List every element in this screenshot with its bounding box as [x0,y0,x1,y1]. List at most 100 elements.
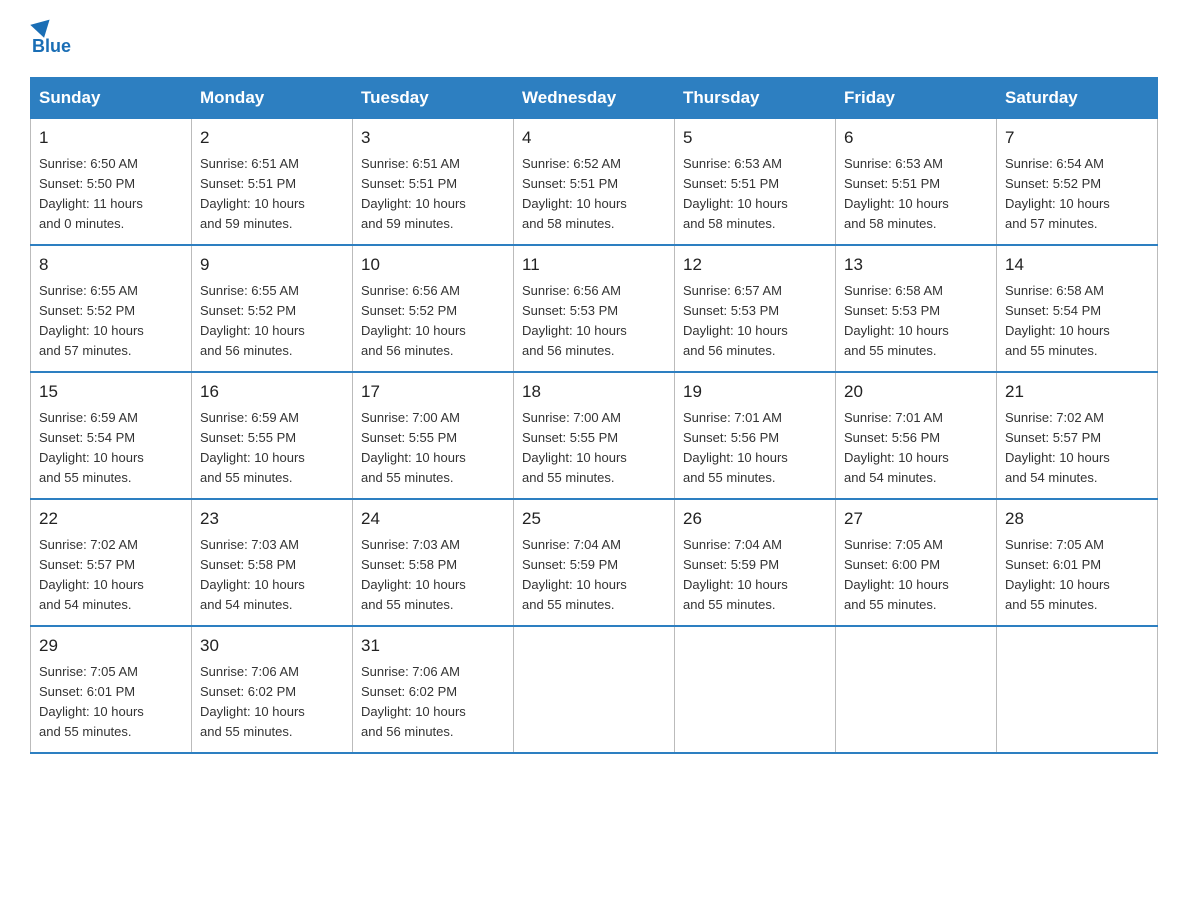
calendar-cell: 8 Sunrise: 6:55 AMSunset: 5:52 PMDayligh… [31,245,192,372]
day-number: 22 [39,506,183,532]
calendar-cell: 26 Sunrise: 7:04 AMSunset: 5:59 PMDaylig… [675,499,836,626]
day-info: Sunrise: 6:50 AMSunset: 5:50 PMDaylight:… [39,156,143,231]
calendar-cell: 22 Sunrise: 7:02 AMSunset: 5:57 PMDaylig… [31,499,192,626]
calendar-week-row: 1 Sunrise: 6:50 AMSunset: 5:50 PMDayligh… [31,119,1158,246]
day-number: 18 [522,379,666,405]
calendar-cell: 4 Sunrise: 6:52 AMSunset: 5:51 PMDayligh… [514,119,675,246]
day-header-friday: Friday [836,78,997,119]
day-info: Sunrise: 6:59 AMSunset: 5:54 PMDaylight:… [39,410,144,485]
day-header-thursday: Thursday [675,78,836,119]
day-number: 2 [200,125,344,151]
calendar-cell: 23 Sunrise: 7:03 AMSunset: 5:58 PMDaylig… [192,499,353,626]
day-info: Sunrise: 7:01 AMSunset: 5:56 PMDaylight:… [844,410,949,485]
day-number: 17 [361,379,505,405]
day-info: Sunrise: 6:54 AMSunset: 5:52 PMDaylight:… [1005,156,1110,231]
calendar-cell: 1 Sunrise: 6:50 AMSunset: 5:50 PMDayligh… [31,119,192,246]
day-number: 20 [844,379,988,405]
calendar-cell: 9 Sunrise: 6:55 AMSunset: 5:52 PMDayligh… [192,245,353,372]
day-number: 29 [39,633,183,659]
calendar-cell: 25 Sunrise: 7:04 AMSunset: 5:59 PMDaylig… [514,499,675,626]
calendar-week-row: 15 Sunrise: 6:59 AMSunset: 5:54 PMDaylig… [31,372,1158,499]
day-info: Sunrise: 7:06 AMSunset: 6:02 PMDaylight:… [200,664,305,739]
calendar-cell: 20 Sunrise: 7:01 AMSunset: 5:56 PMDaylig… [836,372,997,499]
day-info: Sunrise: 6:51 AMSunset: 5:51 PMDaylight:… [361,156,466,231]
day-info: Sunrise: 7:05 AMSunset: 6:01 PMDaylight:… [1005,537,1110,612]
calendar-cell: 11 Sunrise: 6:56 AMSunset: 5:53 PMDaylig… [514,245,675,372]
calendar-cell [997,626,1158,753]
day-number: 16 [200,379,344,405]
calendar-cell: 12 Sunrise: 6:57 AMSunset: 5:53 PMDaylig… [675,245,836,372]
calendar-week-row: 22 Sunrise: 7:02 AMSunset: 5:57 PMDaylig… [31,499,1158,626]
calendar-cell: 19 Sunrise: 7:01 AMSunset: 5:56 PMDaylig… [675,372,836,499]
day-number: 23 [200,506,344,532]
calendar-cell: 27 Sunrise: 7:05 AMSunset: 6:00 PMDaylig… [836,499,997,626]
calendar-cell: 18 Sunrise: 7:00 AMSunset: 5:55 PMDaylig… [514,372,675,499]
calendar-cell: 15 Sunrise: 6:59 AMSunset: 5:54 PMDaylig… [31,372,192,499]
calendar-cell: 17 Sunrise: 7:00 AMSunset: 5:55 PMDaylig… [353,372,514,499]
day-number: 24 [361,506,505,532]
day-info: Sunrise: 6:53 AMSunset: 5:51 PMDaylight:… [683,156,788,231]
day-info: Sunrise: 7:02 AMSunset: 5:57 PMDaylight:… [39,537,144,612]
day-number: 11 [522,252,666,278]
day-info: Sunrise: 7:04 AMSunset: 5:59 PMDaylight:… [683,537,788,612]
day-number: 6 [844,125,988,151]
day-info: Sunrise: 6:52 AMSunset: 5:51 PMDaylight:… [522,156,627,231]
calendar-cell: 24 Sunrise: 7:03 AMSunset: 5:58 PMDaylig… [353,499,514,626]
day-info: Sunrise: 7:00 AMSunset: 5:55 PMDaylight:… [361,410,466,485]
day-header-saturday: Saturday [997,78,1158,119]
day-number: 5 [683,125,827,151]
calendar-cell: 2 Sunrise: 6:51 AMSunset: 5:51 PMDayligh… [192,119,353,246]
calendar-week-row: 29 Sunrise: 7:05 AMSunset: 6:01 PMDaylig… [31,626,1158,753]
page-header: Blue [30,20,1158,57]
day-info: Sunrise: 7:03 AMSunset: 5:58 PMDaylight:… [200,537,305,612]
day-info: Sunrise: 6:59 AMSunset: 5:55 PMDaylight:… [200,410,305,485]
day-number: 31 [361,633,505,659]
day-number: 7 [1005,125,1149,151]
calendar-cell: 31 Sunrise: 7:06 AMSunset: 6:02 PMDaylig… [353,626,514,753]
day-number: 28 [1005,506,1149,532]
day-info: Sunrise: 7:01 AMSunset: 5:56 PMDaylight:… [683,410,788,485]
logo-text [30,20,52,36]
calendar-cell: 21 Sunrise: 7:02 AMSunset: 5:57 PMDaylig… [997,372,1158,499]
calendar-cell: 3 Sunrise: 6:51 AMSunset: 5:51 PMDayligh… [353,119,514,246]
day-info: Sunrise: 6:56 AMSunset: 5:53 PMDaylight:… [522,283,627,358]
logo: Blue [30,20,71,57]
calendar-cell: 5 Sunrise: 6:53 AMSunset: 5:51 PMDayligh… [675,119,836,246]
day-info: Sunrise: 6:57 AMSunset: 5:53 PMDaylight:… [683,283,788,358]
day-header-monday: Monday [192,78,353,119]
calendar-cell: 16 Sunrise: 6:59 AMSunset: 5:55 PMDaylig… [192,372,353,499]
day-info: Sunrise: 6:55 AMSunset: 5:52 PMDaylight:… [200,283,305,358]
day-info: Sunrise: 7:02 AMSunset: 5:57 PMDaylight:… [1005,410,1110,485]
day-number: 21 [1005,379,1149,405]
calendar-cell: 7 Sunrise: 6:54 AMSunset: 5:52 PMDayligh… [997,119,1158,246]
day-header-wednesday: Wednesday [514,78,675,119]
day-number: 4 [522,125,666,151]
calendar-cell [836,626,997,753]
day-number: 27 [844,506,988,532]
day-number: 26 [683,506,827,532]
calendar-table: SundayMondayTuesdayWednesdayThursdayFrid… [30,77,1158,754]
calendar-cell: 28 Sunrise: 7:05 AMSunset: 6:01 PMDaylig… [997,499,1158,626]
day-number: 10 [361,252,505,278]
calendar-week-row: 8 Sunrise: 6:55 AMSunset: 5:52 PMDayligh… [31,245,1158,372]
day-info: Sunrise: 7:06 AMSunset: 6:02 PMDaylight:… [361,664,466,739]
day-header-tuesday: Tuesday [353,78,514,119]
calendar-cell: 10 Sunrise: 6:56 AMSunset: 5:52 PMDaylig… [353,245,514,372]
day-info: Sunrise: 6:53 AMSunset: 5:51 PMDaylight:… [844,156,949,231]
day-number: 8 [39,252,183,278]
day-info: Sunrise: 6:56 AMSunset: 5:52 PMDaylight:… [361,283,466,358]
calendar-cell: 30 Sunrise: 7:06 AMSunset: 6:02 PMDaylig… [192,626,353,753]
calendar-cell: 29 Sunrise: 7:05 AMSunset: 6:01 PMDaylig… [31,626,192,753]
day-info: Sunrise: 6:58 AMSunset: 5:53 PMDaylight:… [844,283,949,358]
calendar-cell [675,626,836,753]
day-info: Sunrise: 7:03 AMSunset: 5:58 PMDaylight:… [361,537,466,612]
day-info: Sunrise: 6:51 AMSunset: 5:51 PMDaylight:… [200,156,305,231]
calendar-cell: 13 Sunrise: 6:58 AMSunset: 5:53 PMDaylig… [836,245,997,372]
calendar-cell: 14 Sunrise: 6:58 AMSunset: 5:54 PMDaylig… [997,245,1158,372]
day-number: 9 [200,252,344,278]
day-number: 30 [200,633,344,659]
day-number: 25 [522,506,666,532]
day-info: Sunrise: 7:04 AMSunset: 5:59 PMDaylight:… [522,537,627,612]
day-number: 3 [361,125,505,151]
day-header-sunday: Sunday [31,78,192,119]
